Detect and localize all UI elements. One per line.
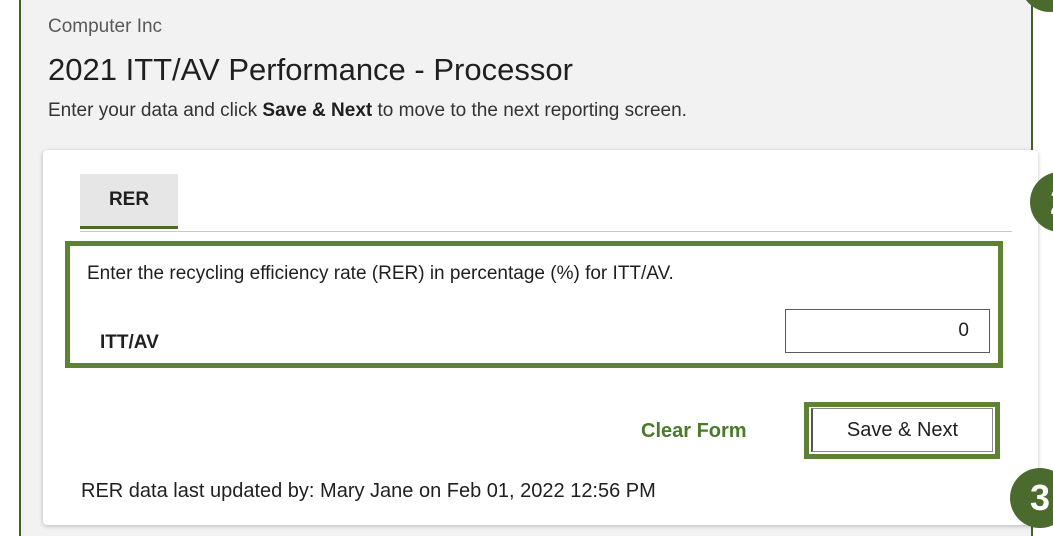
itt-av-label: ITT/AV [100,332,159,353]
rer-prompt: Enter the recycling efficiency rate (RER… [87,263,674,284]
reporting-screen: Computer Inc 2021 ITT/AV Performance - P… [19,0,1038,536]
itt-av-input[interactable] [785,309,990,353]
instructions-bold: Save & Next [262,100,373,121]
clear-form-button[interactable]: Clear Form [641,420,747,443]
tab-rer[interactable]: RER [80,174,178,229]
save-next-button[interactable]: Save & Next [811,408,993,452]
instructions-prefix: Enter your data and click [48,100,263,121]
last-updated-text: RER data last updated by: Mary Jane on F… [81,480,656,502]
company-name: Computer Inc [48,16,163,37]
instructions-suffix: to move to the next reporting screen. [372,100,687,121]
tab-divider [80,231,1012,232]
instructions: Enter your data and click Save & Next to… [48,100,687,122]
rer-entry-section: Enter the recycling efficiency rate (RER… [65,241,1003,368]
page-title: 2021 ITT/AV Performance - Processor [48,52,573,87]
form-card: RER Enter the recycling efficiency rate … [43,150,1038,525]
